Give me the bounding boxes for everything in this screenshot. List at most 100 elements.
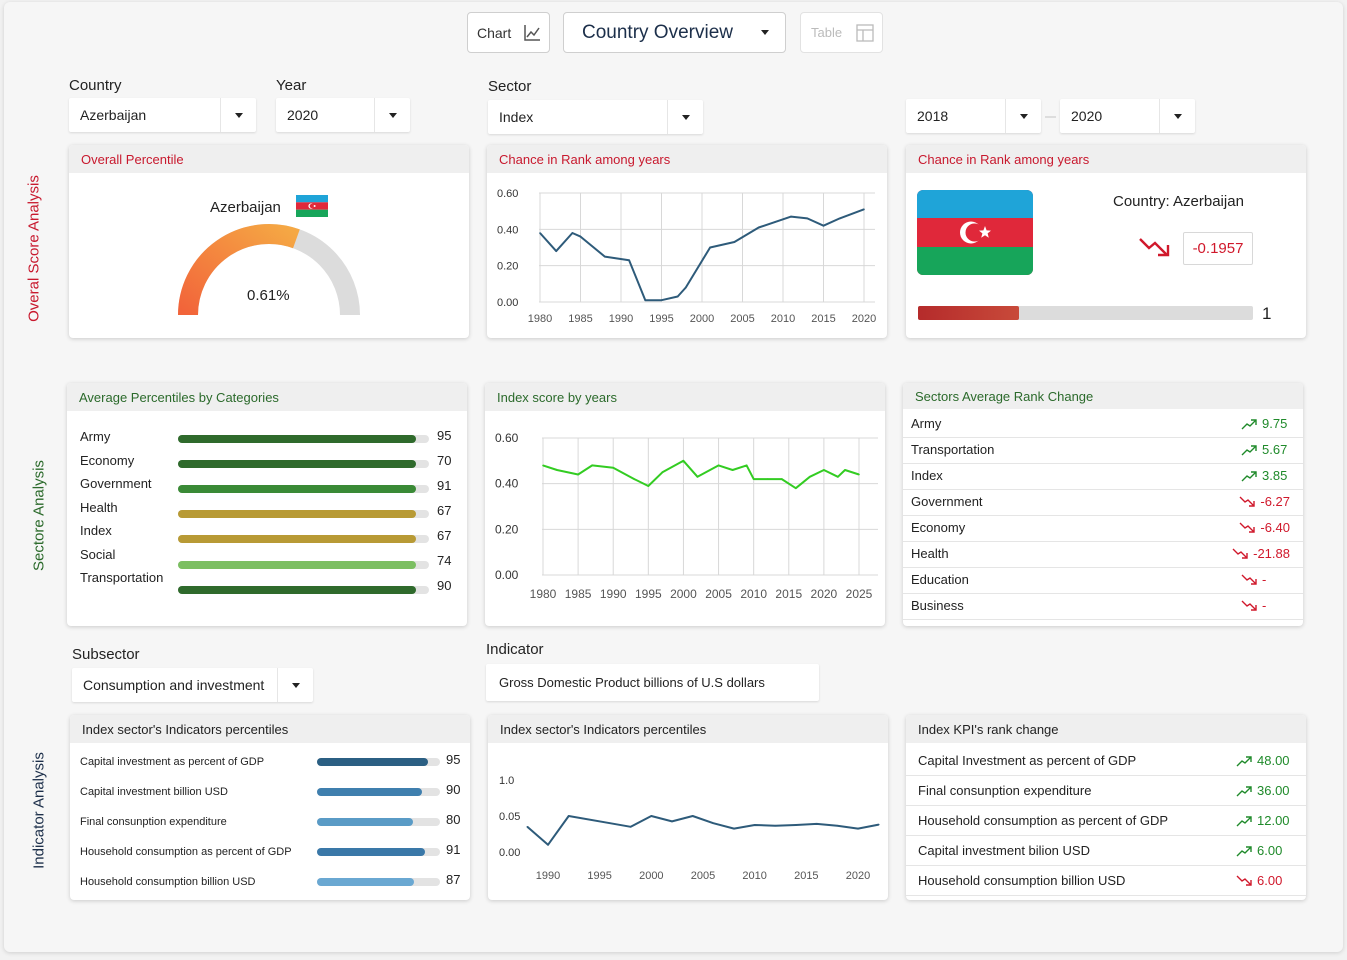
chevron-down-icon — [374, 98, 410, 132]
trend-up-icon — [1236, 785, 1252, 796]
table-button-label: Table — [811, 25, 843, 40]
bar-track — [178, 485, 429, 494]
indicator-select[interactable]: Gross Domestic Product billions of U.S d… — [486, 664, 819, 701]
bar-track — [317, 758, 440, 766]
year-select[interactable]: 2020 — [276, 98, 410, 132]
row-label: Capital Investment as percent of GDP — [918, 753, 1137, 768]
x-tick-label: 1990 — [600, 587, 627, 601]
data-point — [660, 299, 663, 301]
x-tick-label: 2010 — [771, 313, 795, 325]
data-point — [877, 823, 880, 826]
x-tick-label: 1985 — [568, 313, 592, 325]
chart-view-button[interactable]: Chart — [467, 12, 550, 53]
range-separator — [1045, 116, 1056, 118]
x-tick-label: 2015 — [775, 587, 802, 601]
rank-change-row: Transportation 5.67 — [903, 438, 1303, 464]
bar-row: Economy 70 — [67, 453, 467, 473]
rank-summary-card: Chance in Rank among years Country: Azer… — [906, 145, 1306, 338]
bar-label: Capital investment as percent of GDP — [80, 756, 265, 768]
chevron-down-icon — [277, 668, 313, 702]
data-point — [650, 815, 653, 817]
data-point — [555, 250, 557, 252]
trend-up-icon — [1241, 470, 1257, 481]
data-point — [809, 476, 811, 478]
series-line — [526, 815, 879, 846]
row-change: -6.40 — [1239, 520, 1290, 535]
bar-row: Government 91 — [67, 476, 467, 496]
data-point — [542, 464, 544, 467]
bar-row: Household consumption as percent of GDP 9… — [70, 842, 470, 864]
bar-fill — [317, 848, 426, 856]
row-change-value: -6.27 — [1260, 494, 1290, 509]
line-chart-icon — [523, 24, 541, 42]
data-point — [731, 469, 734, 471]
bar-label: Social — [80, 546, 116, 562]
row-change-value: 6.00 — [1257, 873, 1283, 888]
indicator-percentiles-card: Index sector's Indicators percentiles Ca… — [70, 715, 470, 900]
data-point — [822, 224, 825, 227]
subsector-select[interactable]: Consumption and investment — [72, 668, 313, 702]
indicator-line-card: Index sector's Indicators percentiles 1.… — [488, 715, 888, 900]
data-point — [591, 464, 593, 467]
row-change: 48.00 — [1236, 753, 1293, 768]
bar-value: 70 — [437, 453, 452, 468]
bar-label: Capital investment billion USD — [80, 786, 228, 798]
card-title: Index sector's Indicators percentiles — [488, 715, 888, 743]
trend-down-icon — [1241, 574, 1257, 585]
sector-select-value: Index — [499, 109, 534, 125]
bar-label: Household consumption billion USD — [80, 876, 256, 888]
row-change: 5.67 — [1241, 442, 1290, 457]
row-change-value: 5.67 — [1262, 442, 1288, 457]
country-select[interactable]: Azerbaijan — [69, 98, 256, 132]
x-tick-label: 1990 — [536, 870, 560, 882]
sector-select[interactable]: Index — [488, 100, 703, 134]
range-to-value: 2020 — [1071, 108, 1103, 124]
bar-row: Household consumption billion USD 87 — [70, 872, 470, 894]
data-point — [604, 255, 606, 258]
trend-down-icon — [1138, 235, 1172, 264]
bar-value: 74 — [437, 553, 452, 568]
table-view-button[interactable]: Table — [800, 12, 883, 53]
chevron-down-icon — [220, 98, 256, 132]
year-select-value: 2020 — [287, 107, 319, 123]
azerbaijan-flag-icon — [296, 195, 328, 222]
x-tick-label: 2015 — [794, 870, 818, 882]
row-label: Government — [911, 494, 983, 509]
bar-fill — [178, 510, 417, 519]
x-tick-label: 2020 — [852, 313, 876, 325]
row-label: Education — [911, 572, 969, 587]
bar-value: 67 — [437, 528, 452, 543]
trend-down-icon — [1239, 522, 1256, 533]
data-point — [815, 823, 818, 825]
x-tick-label: 1995 — [649, 313, 673, 325]
trend-up-icon — [1241, 418, 1257, 429]
rank-line-chart: 0.60 0.40 0.20 0.00 1980 1985 1990 1995 2000 2005… — [497, 188, 876, 325]
x-tick-label: 2005 — [730, 313, 754, 325]
bar-row: Capital investment as percent of GDP 95 — [70, 752, 470, 774]
data-point — [609, 822, 611, 824]
view-select-value: Country Overview — [582, 21, 733, 43]
rank-change-badge: -0.1957 — [1183, 232, 1253, 265]
range-from-select[interactable]: 2018 — [906, 99, 1041, 133]
y-tick-label: 0.00 — [497, 297, 518, 309]
chevron-down-icon — [1159, 99, 1195, 133]
bar-track — [178, 585, 429, 594]
kpi-rank-card: Index KPI's rank change Capital Investme… — [906, 715, 1306, 900]
bar-value: 80 — [446, 812, 461, 827]
range-to-select[interactable]: 2020 — [1060, 99, 1195, 133]
data-point — [836, 824, 839, 827]
data-point — [753, 824, 756, 826]
row-change: 12.00 — [1236, 813, 1293, 828]
rank-progress-track — [918, 306, 1253, 320]
view-select[interactable]: Country Overview — [563, 12, 786, 53]
bar-track — [317, 818, 440, 826]
bar-fill — [178, 585, 417, 594]
data-point — [844, 469, 846, 471]
x-tick-label: 1995 — [587, 870, 611, 882]
overall-percentile-card: Overall Percentile Azerbaijan 0.61% — [69, 145, 469, 338]
y-tick-label: 0.40 — [497, 224, 518, 236]
bar-fill — [178, 460, 417, 469]
rank-change-row: Health -21.88 — [903, 542, 1303, 568]
range-from-value: 2018 — [917, 108, 949, 124]
x-tick-label: 1980 — [530, 587, 557, 601]
